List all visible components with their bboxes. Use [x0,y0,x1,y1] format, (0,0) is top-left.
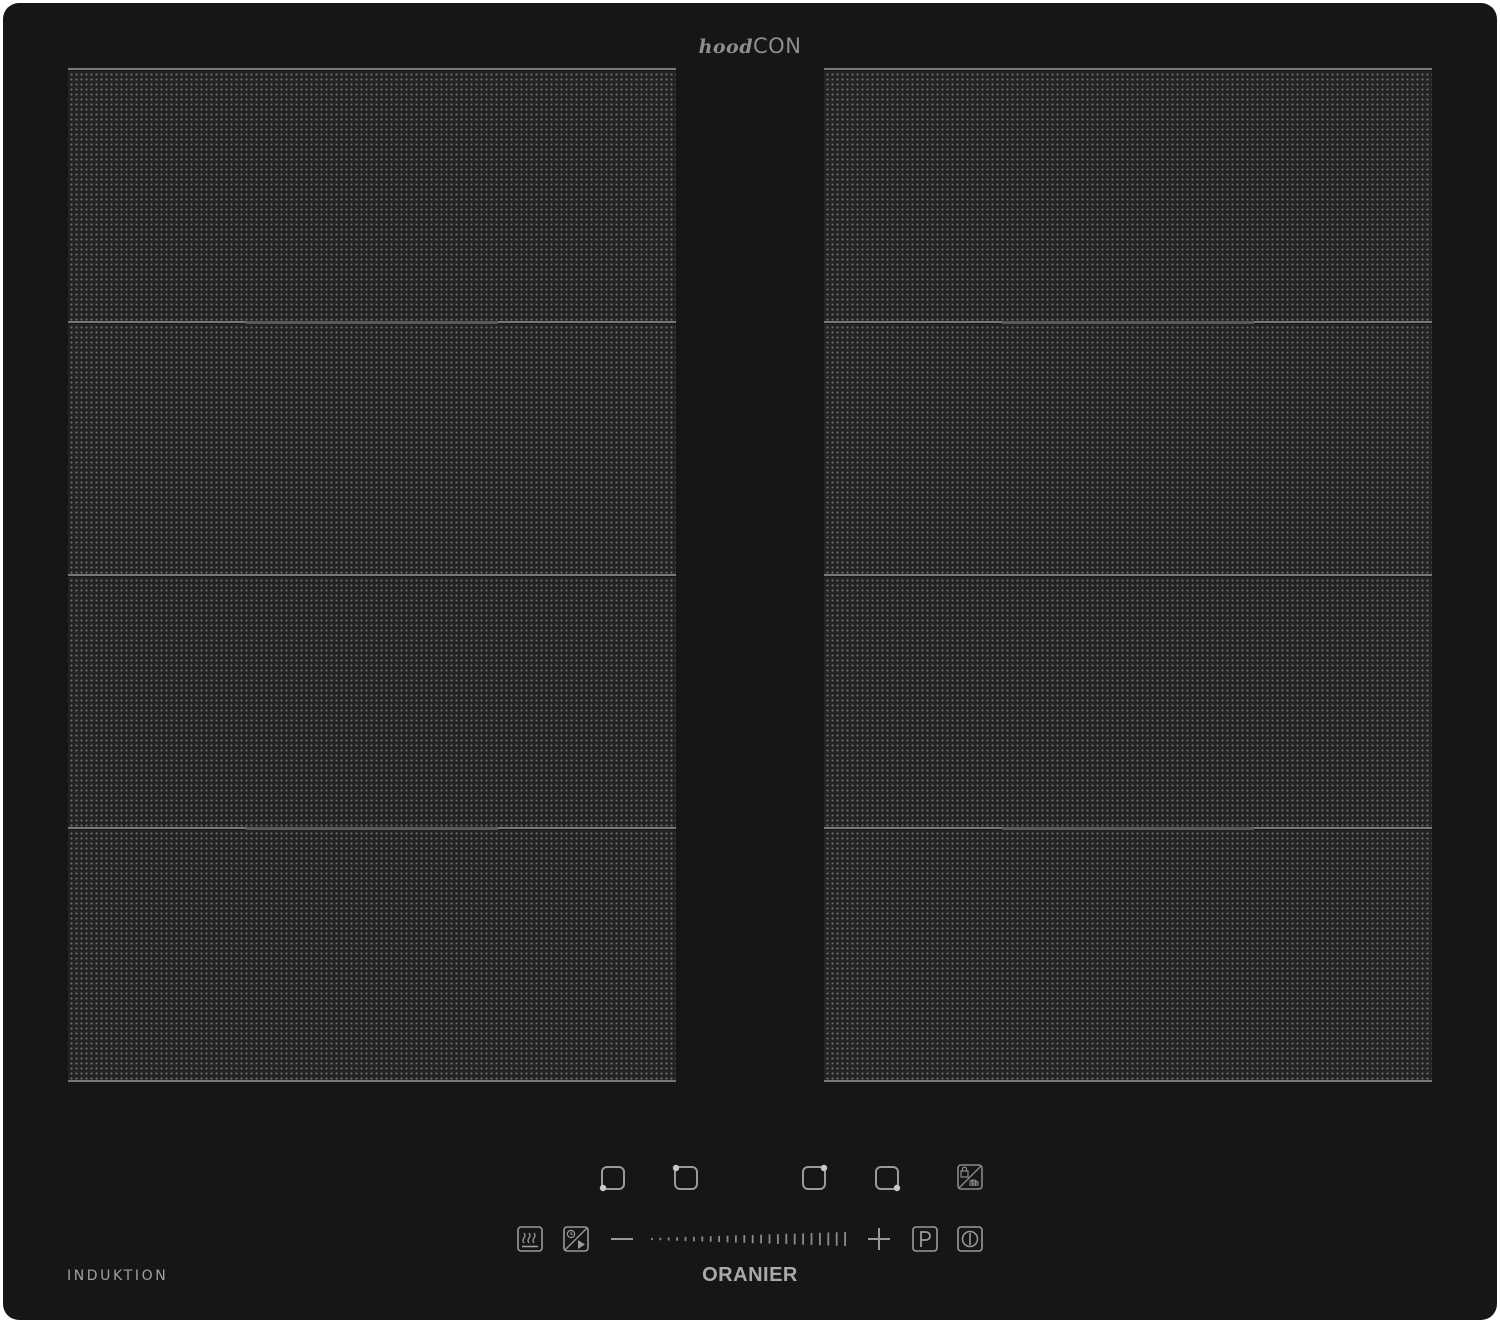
cooking-zone-right-3[interactable] [824,577,1432,827]
zone-border-line [68,574,676,576]
power-level-slider[interactable] [648,1228,852,1250]
zone-select-rear-right-button[interactable] [800,1164,828,1192]
minus-icon [611,1238,633,1240]
keep-warm-icon [517,1226,543,1252]
zone-select-front-right-button[interactable] [873,1164,901,1192]
child-lock-button[interactable] [956,1163,984,1191]
cooking-zone-left-4[interactable] [68,830,676,1080]
minus-button[interactable] [608,1225,636,1253]
lock-icon [957,1164,983,1190]
zone-rear-right-icon [802,1164,828,1190]
zone-border-line [824,1080,1432,1082]
plus-icon [868,1228,890,1250]
hoodcon-logo: hoodCON [0,34,1500,58]
cooking-zone-right-1[interactable] [824,71,1432,321]
zone-front-left-icon [599,1166,625,1192]
cooking-zone-left-1[interactable] [68,71,676,321]
hoodcon-logo-part2: CON [753,34,802,58]
cooking-zone-right-4[interactable] [824,830,1432,1080]
cooking-zone-left-3[interactable] [68,577,676,827]
zone-border-line [68,1080,676,1082]
zone-select-rear-left-button[interactable] [672,1164,700,1192]
zone-select-front-left-button[interactable] [599,1164,627,1192]
hoodcon-logo-part1: hood [698,36,754,58]
cooking-zone-right-2[interactable] [824,324,1432,574]
p-boost-icon [912,1226,938,1252]
zone-border-line [824,68,1432,70]
zone-front-right-icon [875,1166,901,1192]
timer-function-button[interactable] [562,1225,590,1253]
keep-warm-button[interactable] [516,1225,544,1253]
zone-border-line [68,68,676,70]
zone-border-line [824,574,1432,576]
on-off-button[interactable] [956,1225,984,1253]
timer-play-icon [563,1226,589,1252]
power-boost-button[interactable] [911,1225,939,1253]
plus-button[interactable] [865,1225,893,1253]
power-icon [957,1226,983,1252]
oranier-logo: ORANIER [702,1264,798,1286]
cooking-zone-left-2[interactable] [68,324,676,574]
zone-rear-left-icon [672,1164,698,1190]
slider-ticks-icon [651,1232,846,1246]
